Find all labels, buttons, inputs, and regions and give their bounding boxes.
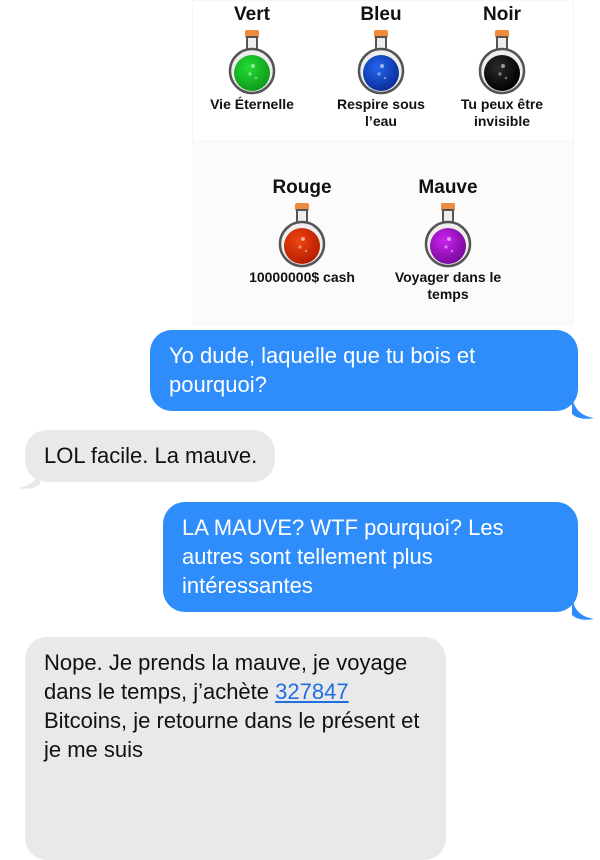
- incoming-message-bubble[interactable]: LOL facile. La mauve.: [25, 430, 276, 482]
- potion-image-row-2: Rouge 10000000$ cash Mauve Voyager dans …: [192, 140, 574, 325]
- potion-rouge: Rouge 10000000$ cash: [242, 175, 362, 286]
- potion-noir: Noir Tu peux être invisible: [442, 2, 562, 130]
- potion-desc: Voyager dans le temps: [394, 269, 502, 302]
- bubble-tail-icon: [18, 466, 40, 489]
- potion-name: Mauve: [418, 177, 478, 198]
- bubble-tail-icon: [572, 396, 594, 419]
- message-text: LA MAUVE? WTF pourquoi? Les autres sont …: [182, 515, 504, 598]
- potion-bleu: Bleu Respire sous l’eau: [321, 2, 441, 130]
- message-text: Yo dude, laquelle que tu bois et pourquo…: [169, 343, 476, 397]
- message-text: Nope. Je prends la mauve, je voyage dans…: [44, 650, 408, 704]
- incoming-message-bubble[interactable]: Nope. Je prends la mauve, je voyage dans…: [25, 637, 446, 860]
- potion-bottle-icon: [272, 201, 332, 269]
- potion-name: Noir: [483, 4, 521, 25]
- potion-bottle-icon: [418, 201, 478, 269]
- potion-name: Vert: [234, 4, 270, 25]
- potion-desc: Tu peux être invisible: [460, 96, 544, 129]
- outgoing-message-bubble[interactable]: LA MAUVE? WTF pourquoi? Les autres sont …: [163, 502, 578, 612]
- potion-bottle-icon: [472, 28, 532, 96]
- potion-bottle-icon: [351, 28, 411, 96]
- potion-desc: Respire sous l’eau: [337, 96, 425, 129]
- potion-mauve: Mauve Voyager dans le temps: [388, 175, 508, 303]
- message-text: Bitcoins, je retourne dans le présent et…: [44, 708, 420, 762]
- potion-image-row-1: Vert Vie Éternelle Bleu Respire sous l’e…: [192, 0, 574, 148]
- potion-desc: Vie Éternelle: [210, 96, 294, 112]
- phone-number-link[interactable]: 327847: [275, 679, 348, 704]
- potion-vert: Vert Vie Éternelle: [192, 2, 312, 113]
- outgoing-message-bubble[interactable]: Yo dude, laquelle que tu bois et pourquo…: [150, 330, 578, 411]
- potion-bottle-icon: [222, 28, 282, 96]
- potion-name: Bleu: [360, 4, 402, 25]
- message-text: LOL facile. La mauve.: [44, 443, 258, 468]
- potion-desc: 10000000$ cash: [249, 269, 355, 285]
- potion-name: Rouge: [272, 177, 332, 198]
- bubble-tail-icon: [572, 597, 594, 620]
